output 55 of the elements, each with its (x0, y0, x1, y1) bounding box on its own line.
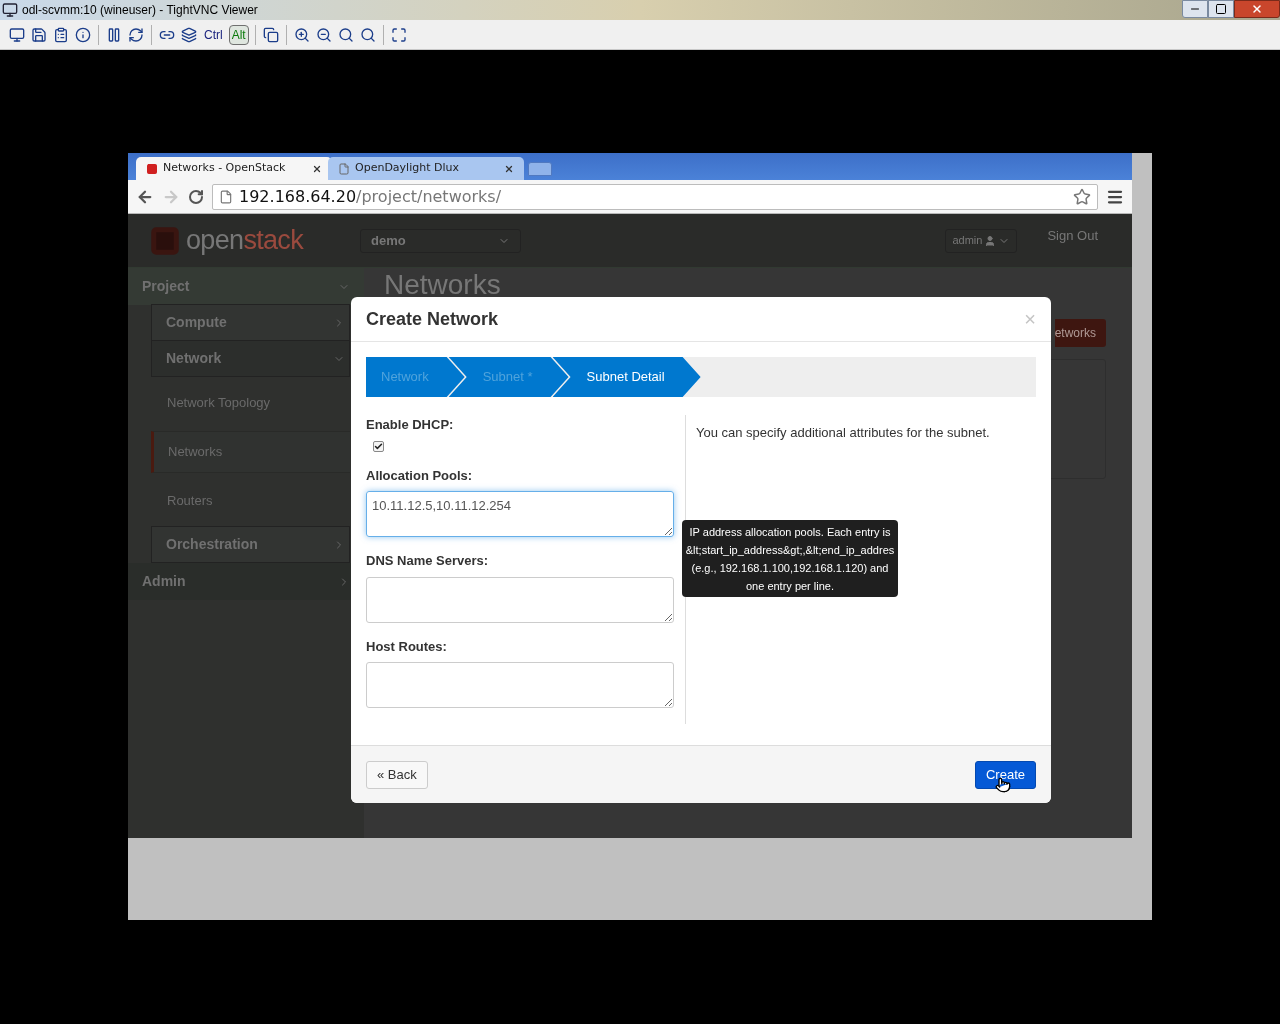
layers-icon[interactable] (181, 26, 197, 43)
tooltip: IP address allocation pools. Each entry is &lt;start_ip_address&gt;,&lt;end_ip_addres (e.g., 192.168.1.100,192.168.1.120) and one entry per line. (682, 520, 898, 597)
zoom-out-icon[interactable] (315, 26, 332, 43)
key-toggle[interactable]: Alt (228, 24, 249, 45)
zoom-icon[interactable] (337, 26, 354, 43)
reload-icon[interactable] (188, 188, 204, 205)
project-select[interactable]: demo (360, 228, 521, 253)
zoom-in-icon[interactable] (293, 26, 310, 43)
close-tab-icon[interactable] (504, 163, 514, 174)
restore-icon (1215, 3, 1227, 15)
panel-header[interactable]: Network (151, 340, 350, 377)
restore-button[interactable] (1208, 0, 1234, 18)
create-button[interactable]: Create (974, 760, 1036, 789)
clipboard-icon[interactable] (53, 26, 69, 43)
close-icon (1251, 3, 1263, 15)
field-label: DNS Name Servers: (366, 552, 490, 570)
address-bar[interactable]: 192.168.64.20/project/networks/ (212, 183, 1098, 210)
copy-icon[interactable] (262, 26, 279, 43)
user-icon (984, 234, 997, 247)
app-icon (2, 2, 18, 18)
nav-link[interactable]: Routers (151, 477, 350, 525)
user-menu[interactable]: admin (945, 228, 1018, 253)
browser-tab[interactable]: OpenDaylight Dlux (328, 157, 524, 180)
field-label: Host Routes: (366, 637, 448, 656)
pause-icon[interactable] (106, 26, 122, 43)
create-network-button[interactable]: etworks (1054, 319, 1106, 347)
text-area[interactable]: 10.11.12.5,10.11.12.254 (366, 491, 674, 537)
back-button[interactable]: « Back (366, 760, 428, 789)
refresh-icon[interactable] (128, 26, 144, 43)
monitor-icon[interactable] (9, 26, 25, 43)
minimize-button[interactable] (1182, 0, 1208, 18)
close-tab-icon[interactable] (312, 163, 322, 174)
field-label: Enable DHCP: (366, 416, 454, 434)
dashboard-header[interactable]: Project (128, 268, 364, 305)
panel-header[interactable]: Orchestration (151, 526, 350, 563)
page-icon (338, 162, 350, 175)
key-toggle[interactable]: Ctrl (202, 25, 225, 44)
save-icon[interactable] (31, 26, 47, 43)
wizard-step[interactable]: Subnet Detail (552, 357, 701, 397)
logo-text: openstack (186, 224, 304, 258)
info-icon[interactable] (75, 26, 91, 43)
wizard-step[interactable]: Network (366, 357, 465, 397)
close-button[interactable] (1234, 0, 1280, 18)
checkbox[interactable] (373, 440, 384, 452)
nav-link[interactable]: Network Topology (151, 379, 350, 427)
fullscreen-icon[interactable] (390, 26, 407, 43)
nav-link[interactable]: Networks (151, 431, 350, 473)
logo-icon (150, 225, 180, 256)
panel-header[interactable]: Compute (151, 304, 350, 341)
dialog-title: Create Network (366, 307, 499, 331)
window-title: odl-scvmm:10 (wineuser) - TightVNC Viewer (22, 2, 258, 19)
close-button[interactable]: × (1024, 309, 1036, 329)
field-label: Allocation Pools: (366, 466, 474, 485)
sign-out-link[interactable]: Sign Out (1047, 226, 1098, 246)
help-text: You can specify additional attributes for the subnet. (696, 424, 990, 442)
